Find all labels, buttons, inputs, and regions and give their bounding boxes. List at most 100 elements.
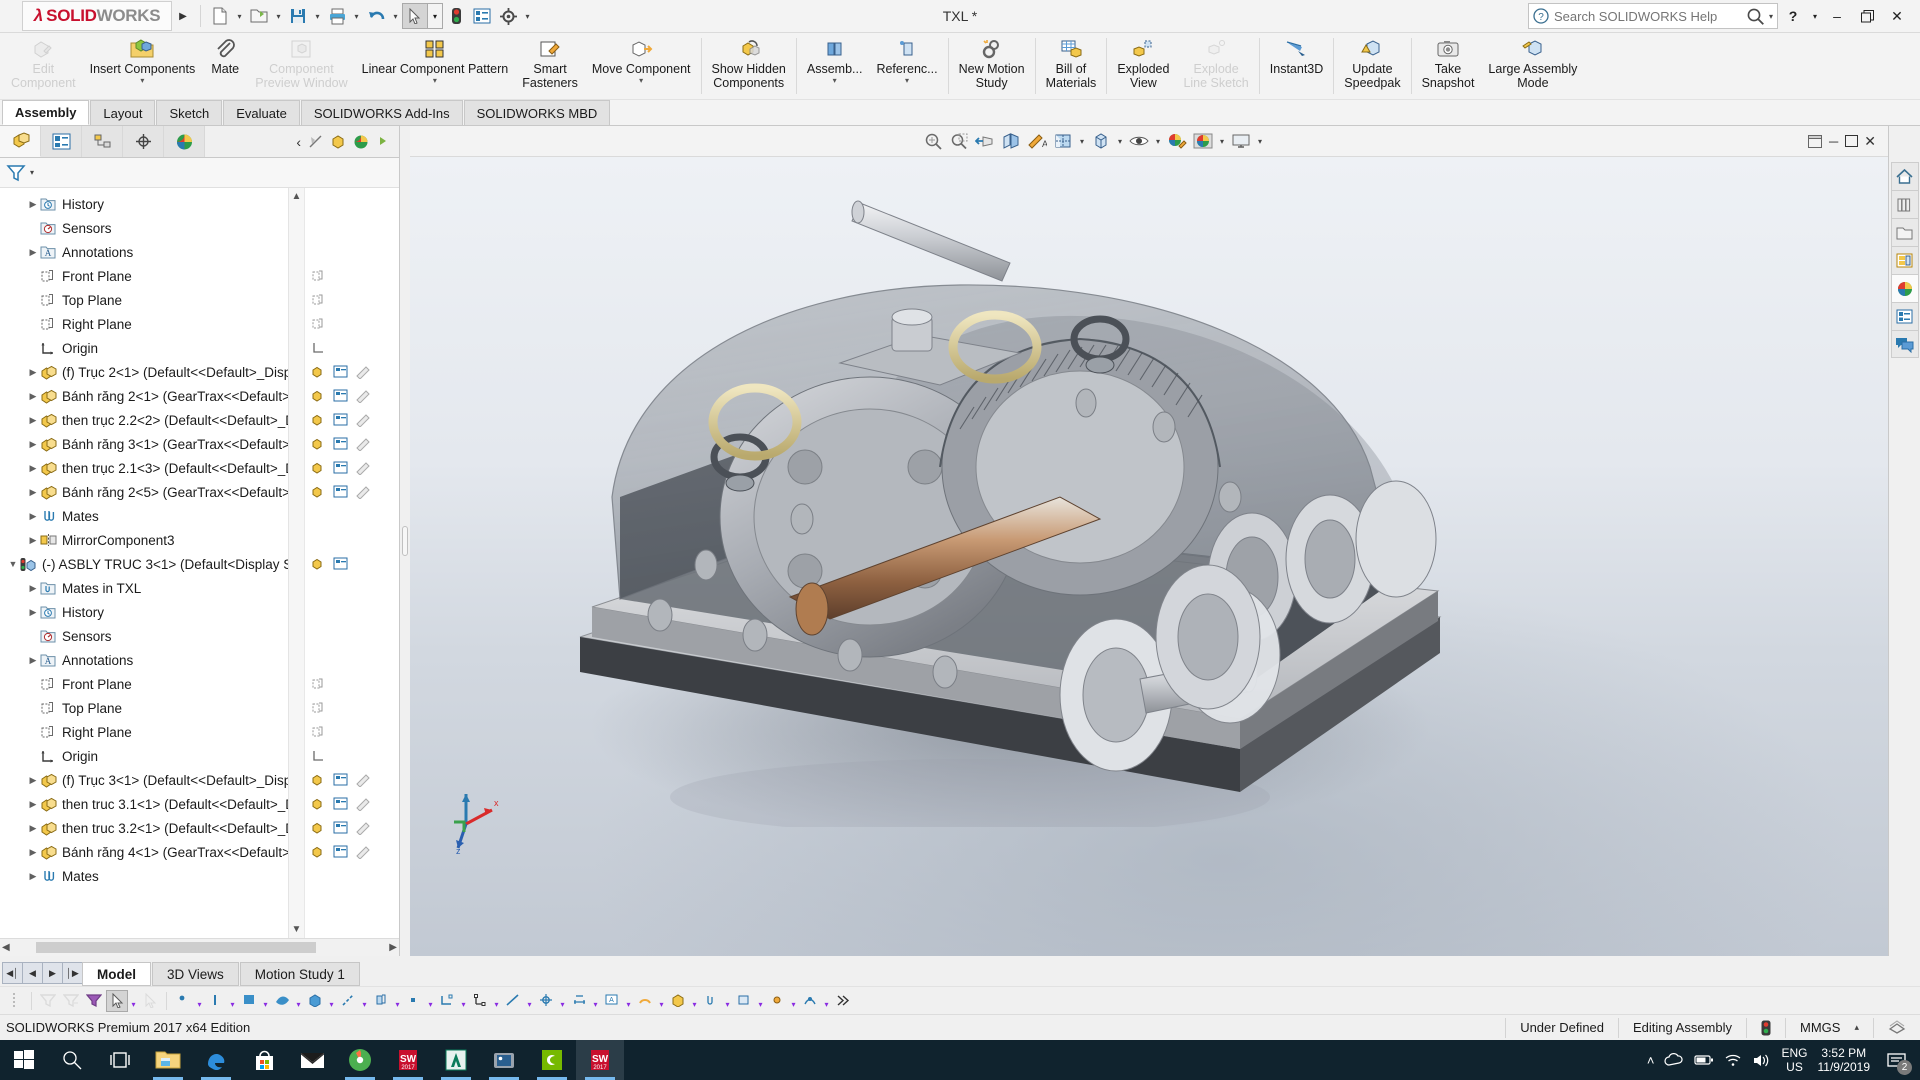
ribbon-dropdown[interactable]: ▾ <box>433 77 437 85</box>
hide-tree-icon[interactable] <box>308 134 323 149</box>
unikey-button[interactable] <box>336 1040 384 1080</box>
display-pane-display-mode-icon[interactable] <box>333 413 349 427</box>
display-pane-plane-icon[interactable] <box>311 677 324 691</box>
solidworks-forum-button[interactable] <box>1891 330 1919 358</box>
ribbon-linear-component-pattern[interactable]: Linear Component Pattern ▾ <box>355 33 516 99</box>
filter-solid-bodies-dropdown[interactable]: ▾ <box>327 990 336 1012</box>
display-pane-row[interactable] <box>305 528 399 552</box>
select-tool-dropdown[interactable]: ▾ <box>129 990 138 1012</box>
clock[interactable]: 3:52 PM 11/9/2019 <box>1818 1046 1871 1074</box>
3d-viewport[interactable]: x z <box>410 157 1888 956</box>
last-tab-button[interactable]: │▶ <box>62 962 83 984</box>
print-document-dropdown[interactable]: ▾ <box>350 12 363 21</box>
photo-app-button[interactable] <box>480 1040 528 1080</box>
tab-solidworks-mbd[interactable]: SOLIDWORKS MBD <box>464 100 611 125</box>
display-pane-origin-icon[interactable] <box>311 749 325 763</box>
gearbox-assembly-3d-model[interactable] <box>540 167 1500 827</box>
scroll-up-arrow-icon[interactable]: ▲ <box>292 191 302 202</box>
ribbon-exploded-view[interactable]: Exploded View <box>1110 33 1176 99</box>
ribbon-dropdown[interactable]: ▾ <box>140 77 144 85</box>
filter-more-button[interactable] <box>832 990 854 1012</box>
filter-routing-points-dropdown[interactable]: ▾ <box>822 990 831 1012</box>
filter-sketch-entities-dropdown[interactable]: ▾ <box>459 990 468 1012</box>
display-pane-appearance-icon[interactable] <box>355 413 371 427</box>
dimxpert-manager-tab[interactable] <box>123 126 164 157</box>
ribbon-edit-component[interactable]: Edit Component <box>4 33 83 99</box>
display-pane-row[interactable] <box>305 432 399 456</box>
undo-button[interactable] <box>363 3 389 29</box>
property-manager-tab[interactable] <box>41 126 82 157</box>
help-search-input[interactable] <box>1549 9 1746 24</box>
status-overlay-button[interactable] <box>1873 1018 1920 1038</box>
filter-edges-button[interactable] <box>205 990 227 1012</box>
filter-vertices-dropdown[interactable]: ▾ <box>195 990 204 1012</box>
autocad-button[interactable] <box>432 1040 480 1080</box>
display-pane-display-mode-icon[interactable] <box>333 365 349 379</box>
display-pane-plane-icon[interactable] <box>311 269 324 283</box>
open-document-button[interactable] <box>246 3 272 29</box>
appearance-brush-button[interactable]: A <box>1024 129 1050 154</box>
solidworks-taskbar-button[interactable]: SW2017 <box>384 1040 432 1080</box>
next-tab-button[interactable]: ▶ <box>42 962 63 984</box>
display-pane-appearance-icon[interactable] <box>355 461 371 475</box>
feature-tree[interactable]: ▶HistorySensors▶AAnnotationsFront PlaneT… <box>0 188 288 938</box>
tree-item[interactable]: ▶Bánh răng 4<1> (GearTrax<<Default>_Disp… <box>0 840 288 864</box>
display-pane-appearance-icon[interactable] <box>355 797 371 811</box>
display-pane-row[interactable] <box>305 264 399 288</box>
tree-item[interactable]: ▶Bánh răng 2<1> (GearTrax<<Default>_Disp… <box>0 384 288 408</box>
ribbon-show-hidden-components[interactable]: Show Hidden Components <box>705 33 793 99</box>
filter-sketch-entities-button[interactable] <box>436 990 458 1012</box>
custom-properties-button[interactable] <box>1891 302 1919 330</box>
display-pane-row[interactable] <box>305 504 399 528</box>
filter-construction-dropdown[interactable]: ▾ <box>525 990 534 1012</box>
doc-tab-motion-study[interactable]: Motion Study 1 <box>240 962 360 986</box>
nvidia-control-panel-button[interactable] <box>528 1040 576 1080</box>
display-pane-row[interactable] <box>305 744 399 768</box>
maximize-doc-window-button[interactable] <box>1845 135 1858 147</box>
minimize-button[interactable]: – <box>1822 3 1852 29</box>
apply-scene-button[interactable] <box>1190 129 1216 154</box>
display-states-icon[interactable] <box>353 134 369 150</box>
rebuild-button[interactable] <box>443 3 469 29</box>
tree-expand-arrow-icon[interactable]: ▶ <box>26 463 40 474</box>
display-pane-row[interactable] <box>305 624 399 648</box>
filter-faces-dropdown[interactable]: ▾ <box>261 990 270 1012</box>
filter-routing-points-button[interactable] <box>799 990 821 1012</box>
zoom-to-fit-button[interactable] <box>920 129 946 154</box>
speaker-icon[interactable] <box>1752 1053 1771 1068</box>
display-pane-plane-icon[interactable] <box>311 701 324 715</box>
restore-doc-window-button[interactable] <box>1808 135 1822 148</box>
display-pane-row[interactable] <box>305 792 399 816</box>
tab-layout[interactable]: Layout <box>90 100 155 125</box>
ribbon-dropdown[interactable]: ▾ <box>833 77 837 85</box>
ribbon-insert-components[interactable]: Insert Components ▾ <box>83 33 203 99</box>
configuration-manager-tab[interactable] <box>82 126 123 157</box>
ribbon-instant3d[interactable]: Instant3D <box>1263 33 1331 99</box>
feature-tree-filter-bar[interactable]: ▾ <box>0 158 399 188</box>
status-units[interactable]: MMGS ▴ <box>1785 1018 1873 1038</box>
hide-show-dropdown[interactable]: ▾ <box>1152 137 1164 146</box>
select-tool-button[interactable] <box>402 3 428 29</box>
cloud-icon[interactable] <box>1664 1053 1684 1067</box>
display-pane-display-mode-icon[interactable] <box>333 821 349 835</box>
minimize-doc-window-button[interactable]: ─ <box>1824 134 1843 149</box>
filter-dropdown-caret[interactable]: ▾ <box>30 168 34 177</box>
display-pane-hide-show-icon[interactable] <box>311 821 327 835</box>
tree-item[interactable]: Origin <box>0 744 288 768</box>
display-pane-hide-show-icon[interactable] <box>311 557 327 571</box>
display-pane-origin-icon[interactable] <box>311 341 325 355</box>
filter-blocks-dropdown[interactable]: ▾ <box>756 990 765 1012</box>
filter-components-dropdown[interactable]: ▾ <box>690 990 699 1012</box>
display-pane-hide-show-icon[interactable] <box>311 437 327 451</box>
tree-item[interactable]: ▶Mates in TXL <box>0 576 288 600</box>
solidworks-resources-button[interactable] <box>1891 162 1919 190</box>
display-pane-hide-show-icon[interactable] <box>311 845 327 859</box>
ribbon-new-motion-study[interactable]: New Motion Study <box>952 33 1032 99</box>
tree-expand-arrow-icon[interactable]: ▶ <box>26 823 40 834</box>
display-pane-row[interactable] <box>305 816 399 840</box>
display-pane-hide-show-icon[interactable] <box>311 365 327 379</box>
tree-expand-arrow-icon[interactable]: ▶ <box>26 247 40 258</box>
filter-sketch-points-dropdown[interactable]: ▾ <box>492 990 501 1012</box>
ribbon-bill-of-materials[interactable]: Bill of Materials <box>1039 33 1104 99</box>
new-document-button[interactable] <box>207 3 233 29</box>
